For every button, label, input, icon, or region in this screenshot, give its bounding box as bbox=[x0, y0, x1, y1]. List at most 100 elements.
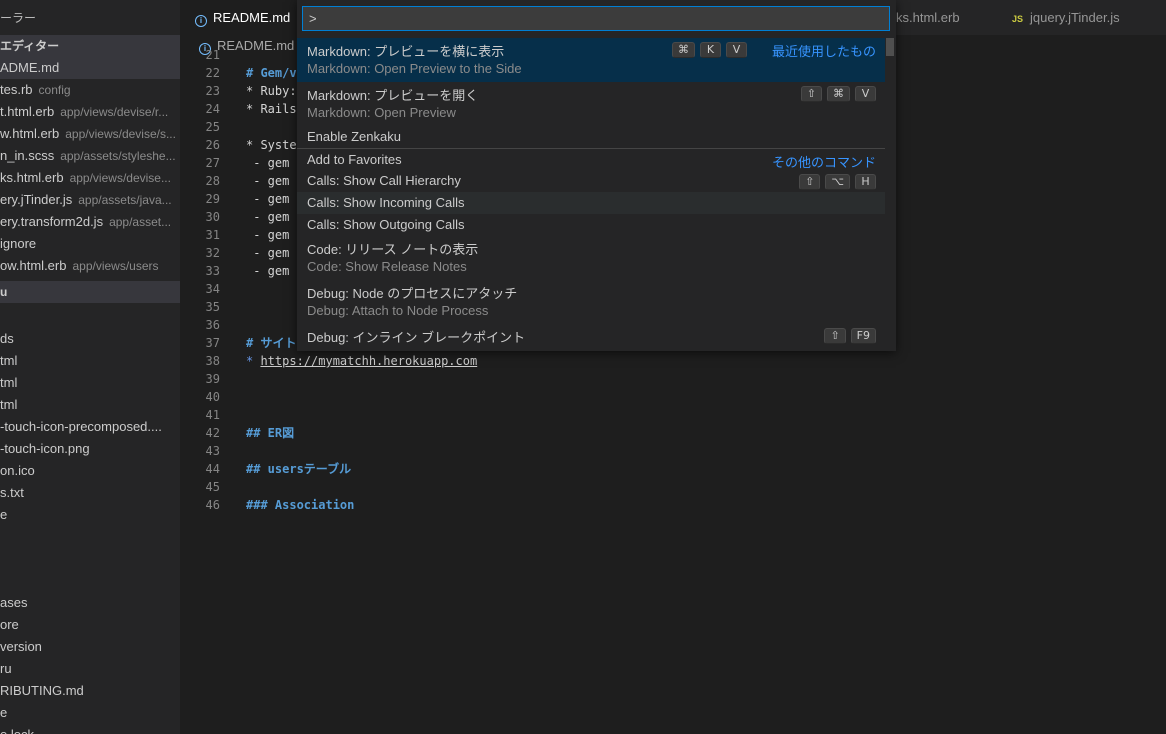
open-editor-item[interactable]: t.html.erb app/views/devise/r... bbox=[0, 101, 180, 123]
line-number: 23 bbox=[205, 84, 220, 98]
open-editors-section[interactable]: エディター bbox=[0, 35, 180, 57]
command-item[interactable]: Debug: インライン ブレークポイント ⇧ F9 bbox=[297, 324, 885, 346]
code-line: ## usersテーブル bbox=[246, 462, 352, 476]
line-number: 32 bbox=[205, 246, 220, 260]
open-editor-item[interactable]: ow.html.erb app/views/users bbox=[0, 255, 180, 277]
file-item[interactable]: ru bbox=[0, 658, 180, 680]
command-item[interactable]: Calls: Show Call Hierarchy ⇧ ⌥ H bbox=[297, 170, 885, 192]
code-line: ### Association bbox=[246, 498, 355, 512]
command-item[interactable]: Markdown: プレビューを開く Markdown: Open Preview… bbox=[297, 82, 885, 126]
command-label: Debug: Node のプロセスにアタッチ bbox=[307, 286, 518, 301]
command-sublabel: Markdown: Open Preview bbox=[307, 105, 456, 120]
line-number: 43 bbox=[205, 444, 220, 458]
command-group-label[interactable]: 最近使用したもの bbox=[772, 41, 876, 60]
command-label: Enable Zenkaku bbox=[307, 129, 401, 144]
open-editor-name: ks.html.erb bbox=[0, 170, 64, 185]
tab-links-html-erb[interactable]: ks.html.erb bbox=[896, 0, 996, 35]
key-cap: ⌘ bbox=[827, 86, 850, 102]
file-item[interactable]: s.txt bbox=[0, 482, 180, 504]
open-editor-item[interactable]: ignore bbox=[0, 233, 180, 255]
open-editor-name: n_in.scss bbox=[0, 148, 55, 163]
command-label: Markdown: プレビューを横に表示 bbox=[307, 44, 505, 59]
command-item[interactable]: Calls: Show Outgoing Calls bbox=[297, 214, 885, 236]
breadcrumb-file[interactable]: README.md bbox=[217, 38, 294, 53]
code-line: - gem bbox=[246, 192, 290, 206]
palette-scrollbar[interactable] bbox=[886, 38, 894, 56]
command-item[interactable]: Enable Zenkaku bbox=[297, 126, 885, 148]
open-editor-item[interactable]: n_in.scss app/assets/styleshe... bbox=[0, 145, 180, 167]
file-item[interactable]: e bbox=[0, 702, 180, 724]
key-cap: H bbox=[855, 174, 876, 190]
file-item[interactable]: version bbox=[0, 636, 180, 658]
tab-label: README.md bbox=[213, 10, 291, 25]
code-line: - gem bbox=[246, 156, 290, 170]
keybinding: ⇧ ⌘ V bbox=[796, 85, 876, 102]
tab-label: ks.html.erb bbox=[896, 10, 960, 25]
file-item[interactable]: e bbox=[0, 504, 180, 526]
command-label: Calls: Show Incoming Calls bbox=[307, 195, 465, 210]
open-editor-name: ery.transform2d.js bbox=[0, 214, 104, 229]
tab-jquery-jtinder[interactable]: JS jquery.jTinder.js bbox=[998, 0, 1166, 35]
file-item[interactable]: RIBUTING.md bbox=[0, 680, 180, 702]
code-line: - gem bbox=[246, 264, 290, 278]
code-line: * Syste bbox=[246, 138, 297, 152]
line-number: 36 bbox=[205, 318, 220, 332]
command-label: Calls: Show Outgoing Calls bbox=[307, 217, 465, 232]
code-line: ## ER図 bbox=[246, 426, 295, 440]
command-item[interactable]: Debug: Node のプロセスにアタッチ Debug: Attach to N… bbox=[297, 280, 885, 324]
command-input[interactable] bbox=[302, 6, 890, 31]
key-cap: ⇧ bbox=[824, 328, 846, 344]
file-item[interactable]: ases bbox=[0, 592, 180, 614]
command-label: Code: リリース ノートの表示 bbox=[307, 242, 479, 257]
line-number: 26 bbox=[205, 138, 220, 152]
tab-readme[interactable]: i README.md bbox=[180, 0, 308, 35]
file-item[interactable]: -touch-icon-precomposed.... bbox=[0, 416, 180, 438]
open-editor-item[interactable]: ery.transform2d.js app/asset... bbox=[0, 211, 180, 233]
code-line: - gem bbox=[246, 228, 290, 242]
line-number: 38 bbox=[205, 354, 220, 368]
key-cap: V bbox=[726, 42, 747, 58]
open-editor-item[interactable]: ery.jTinder.js app/assets/java... bbox=[0, 189, 180, 211]
code-line: # サイトU bbox=[246, 336, 304, 350]
file-item[interactable] bbox=[0, 570, 180, 592]
command-group-label[interactable]: その他のコマンド bbox=[772, 152, 876, 171]
line-number: 35 bbox=[205, 300, 220, 314]
open-editor-item[interactable]: w.html.erb app/views/devise/s... bbox=[0, 123, 180, 145]
line-number: 34 bbox=[205, 282, 220, 296]
file-item[interactable] bbox=[0, 548, 180, 570]
file-item[interactable]: -touch-icon.png bbox=[0, 438, 180, 460]
open-editor-path: app/views/devise/s... bbox=[65, 127, 176, 141]
keybinding: ⇧ F9 bbox=[819, 327, 876, 344]
file-item[interactable]: tml bbox=[0, 350, 180, 372]
command-sublabel: Code: Show Release Notes bbox=[307, 259, 467, 274]
open-editor-name: ADME.md bbox=[0, 60, 60, 75]
file-item[interactable] bbox=[0, 526, 180, 548]
open-editor-item[interactable]: ADME.md bbox=[0, 57, 180, 79]
command-label: Markdown: プレビューを開く bbox=[307, 88, 479, 103]
command-item[interactable]: Calls: Show Incoming Calls bbox=[297, 192, 885, 214]
explorer-sidebar: ーラー エディター ADME.md tes.rb config t.html.erb a… bbox=[0, 0, 180, 734]
open-editor-item[interactable]: ks.html.erb app/views/devise... bbox=[0, 167, 180, 189]
explorer-header: ーラー bbox=[0, 11, 37, 25]
file-item[interactable]: e.lock bbox=[0, 724, 180, 734]
line-number: 22 bbox=[205, 66, 220, 80]
open-editor-item[interactable]: tes.rb config bbox=[0, 79, 180, 101]
key-cap: K bbox=[700, 42, 721, 58]
code-line: * https://mymatchh.herokuapp.com bbox=[246, 352, 477, 370]
file-item[interactable]: ds bbox=[0, 328, 180, 350]
code-line: * Rails bbox=[246, 102, 297, 116]
command-item[interactable]: Add to Favorites その他のコマンド bbox=[297, 148, 885, 170]
line-number: 39 bbox=[205, 372, 220, 386]
js-icon: JS bbox=[1012, 14, 1024, 24]
command-item[interactable]: Markdown: プレビューを横に表示 Markdown: Open Previ… bbox=[297, 38, 885, 82]
command-item[interactable]: Code: リリース ノートの表示 Code: Show Release Note… bbox=[297, 236, 885, 280]
line-number: 46 bbox=[205, 498, 220, 512]
file-item[interactable]: on.ico bbox=[0, 460, 180, 482]
file-item[interactable]: tml bbox=[0, 394, 180, 416]
file-item[interactable]: tml bbox=[0, 372, 180, 394]
line-number: 33 bbox=[205, 264, 220, 278]
code-link[interactable]: https://mymatchh.herokuapp.com bbox=[260, 354, 477, 368]
command-palette: Markdown: プレビューを横に表示 Markdown: Open Previ… bbox=[297, 0, 896, 351]
file-item[interactable]: ore bbox=[0, 614, 180, 636]
folder-section[interactable]: u bbox=[0, 281, 180, 303]
